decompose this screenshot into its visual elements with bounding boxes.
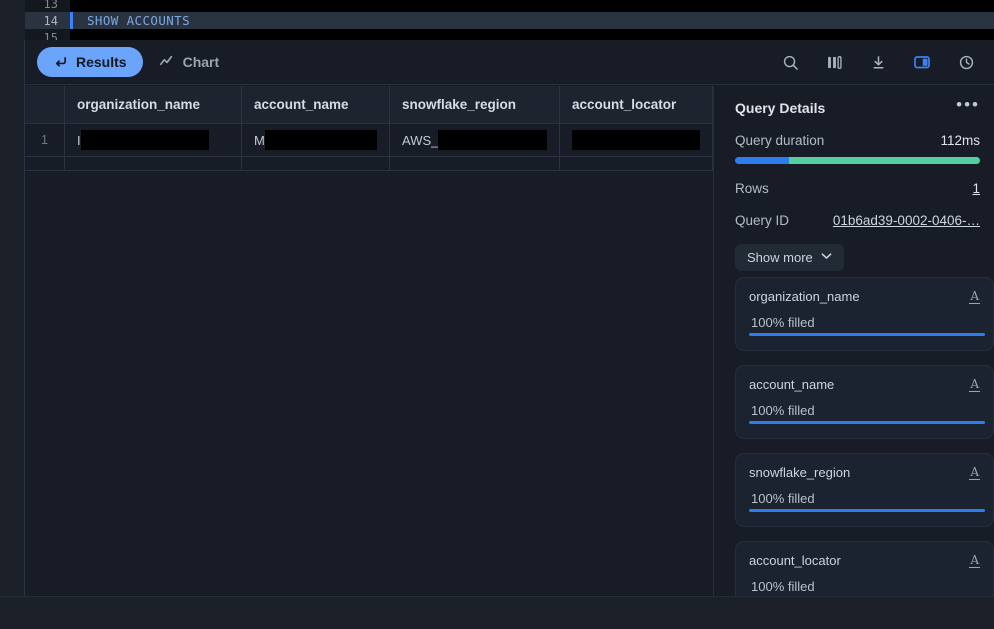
search-icon[interactable] bbox=[780, 52, 800, 72]
redaction-box bbox=[438, 130, 547, 150]
query-id-value[interactable]: 01b6ad39-0002-0406-… bbox=[833, 213, 980, 228]
show-more-label: Show more bbox=[747, 250, 813, 265]
line-marker bbox=[70, 29, 73, 40]
line-number: 15 bbox=[43, 30, 58, 41]
table-empty-row bbox=[25, 157, 713, 170]
query-id-label: Query ID bbox=[735, 213, 790, 228]
column-header-organization-name[interactable]: organization_name bbox=[65, 86, 242, 124]
column-stat-value: 100% filled bbox=[751, 579, 815, 594]
query-duration-bar bbox=[735, 157, 980, 164]
column-fill-bar bbox=[749, 421, 985, 424]
chevron-down-icon bbox=[821, 252, 832, 263]
column-stat-name: account_locator bbox=[749, 553, 841, 568]
cell-empty bbox=[242, 157, 390, 170]
column-header-snowflake-region[interactable]: snowflake_region bbox=[390, 86, 560, 124]
line-code: SHOW ACCOUNTS bbox=[87, 13, 191, 28]
rows-value[interactable]: 1 bbox=[972, 181, 980, 196]
query-details-title: Query Details bbox=[735, 100, 826, 116]
query-duration-value: 112ms bbox=[940, 133, 980, 148]
table-row[interactable]: 1 I M AWS_ bbox=[25, 124, 713, 157]
card-header: account_locator A bbox=[749, 553, 980, 568]
editor-line[interactable]: 15 bbox=[25, 29, 994, 41]
columns-icon[interactable] bbox=[824, 52, 844, 72]
text-type-icon: A bbox=[969, 464, 980, 480]
cell-account-name[interactable]: M bbox=[242, 124, 390, 157]
tab-chart-label: Chart bbox=[182, 54, 220, 70]
rows-label: Rows bbox=[735, 181, 769, 196]
query-results-pane: 13 14 SHOW ACCOUNTS 15 Results Chart org… bbox=[0, 0, 994, 629]
cell-empty bbox=[390, 157, 560, 170]
column-header-account-locator[interactable]: account_locator bbox=[560, 86, 713, 124]
column-stat-card-account-name[interactable]: account_name A 100% filled bbox=[735, 365, 994, 439]
column-stat-card-snowflake-region[interactable]: snowflake_region A 100% filled bbox=[735, 453, 994, 527]
row-index: 1 bbox=[25, 124, 65, 157]
row-index-header bbox=[25, 86, 65, 124]
return-arrow-icon bbox=[53, 55, 68, 70]
column-fill-bar bbox=[749, 333, 985, 336]
duration-bar-queued-segment bbox=[735, 157, 789, 164]
card-header: organization_name A bbox=[749, 289, 980, 304]
text-type-icon: A bbox=[969, 376, 980, 392]
editor-line[interactable]: 13 bbox=[25, 0, 994, 12]
cell-account-locator[interactable] bbox=[560, 124, 713, 157]
cell-empty bbox=[560, 157, 713, 170]
bottom-bar bbox=[0, 596, 994, 629]
line-marker bbox=[70, 0, 73, 12]
query-id-row: Query ID 01b6ad39-0002-0406-… bbox=[735, 213, 980, 228]
show-more-button[interactable]: Show more bbox=[735, 244, 844, 271]
duration-bar-execution-segment bbox=[788, 157, 980, 164]
column-stat-value: 100% filled bbox=[751, 491, 815, 506]
line-chart-icon bbox=[159, 54, 175, 70]
editor-line-active[interactable]: 14 SHOW ACCOUNTS bbox=[25, 12, 994, 29]
cell-snowflake-region[interactable]: AWS_ bbox=[390, 124, 560, 157]
text-type-icon: A bbox=[969, 552, 980, 568]
line-number: 14 bbox=[43, 13, 58, 28]
results-toolbar: Results Chart bbox=[25, 40, 994, 85]
overflow-menu-icon[interactable]: ••• bbox=[956, 96, 980, 116]
redaction-box bbox=[80, 130, 209, 150]
toolbar-icon-group bbox=[780, 52, 982, 72]
column-stat-name: account_name bbox=[749, 377, 835, 392]
redaction-box bbox=[264, 130, 377, 150]
column-stat-card-organization-name[interactable]: organization_name A 100% filled bbox=[735, 277, 994, 351]
tab-chart[interactable]: Chart bbox=[143, 47, 236, 77]
tab-results-label: Results bbox=[76, 54, 127, 70]
left-rail bbox=[0, 40, 25, 623]
line-number: 13 bbox=[43, 0, 58, 11]
sql-editor[interactable]: 13 14 SHOW ACCOUNTS 15 bbox=[0, 0, 994, 40]
split-panel-icon[interactable] bbox=[912, 52, 932, 72]
history-clock-icon[interactable] bbox=[956, 52, 976, 72]
column-stat-name: organization_name bbox=[749, 289, 860, 304]
cell-visible-prefix: M bbox=[254, 132, 265, 148]
card-header: account_name A bbox=[749, 377, 980, 392]
query-duration-row: Query duration 112ms bbox=[735, 133, 980, 148]
redaction-box bbox=[572, 130, 700, 150]
cell-empty bbox=[65, 157, 242, 170]
column-stats-list: organization_name A 100% filled account_… bbox=[735, 277, 994, 615]
editor-gutter-background bbox=[0, 0, 25, 40]
query-details-header: Query Details ••• bbox=[735, 96, 980, 116]
column-stat-value: 100% filled bbox=[751, 403, 815, 418]
table-header-row: organization_name account_name snowflake… bbox=[25, 86, 713, 124]
tab-results[interactable]: Results bbox=[37, 47, 143, 77]
text-type-icon: A bbox=[969, 288, 980, 304]
column-header-account-name[interactable]: account_name bbox=[242, 86, 390, 124]
column-stat-value: 100% filled bbox=[751, 315, 815, 330]
rows-row: Rows 1 bbox=[735, 181, 980, 196]
column-stat-name: snowflake_region bbox=[749, 465, 851, 480]
cell-visible-prefix: AWS_ bbox=[402, 132, 439, 148]
row-index-empty bbox=[25, 157, 65, 170]
query-duration-label: Query duration bbox=[735, 133, 825, 148]
results-table[interactable]: organization_name account_name snowflake… bbox=[25, 86, 713, 171]
card-header: snowflake_region A bbox=[749, 465, 980, 480]
cell-organization-name[interactable]: I bbox=[65, 124, 242, 157]
download-icon[interactable] bbox=[868, 52, 888, 72]
column-fill-bar bbox=[749, 509, 985, 512]
